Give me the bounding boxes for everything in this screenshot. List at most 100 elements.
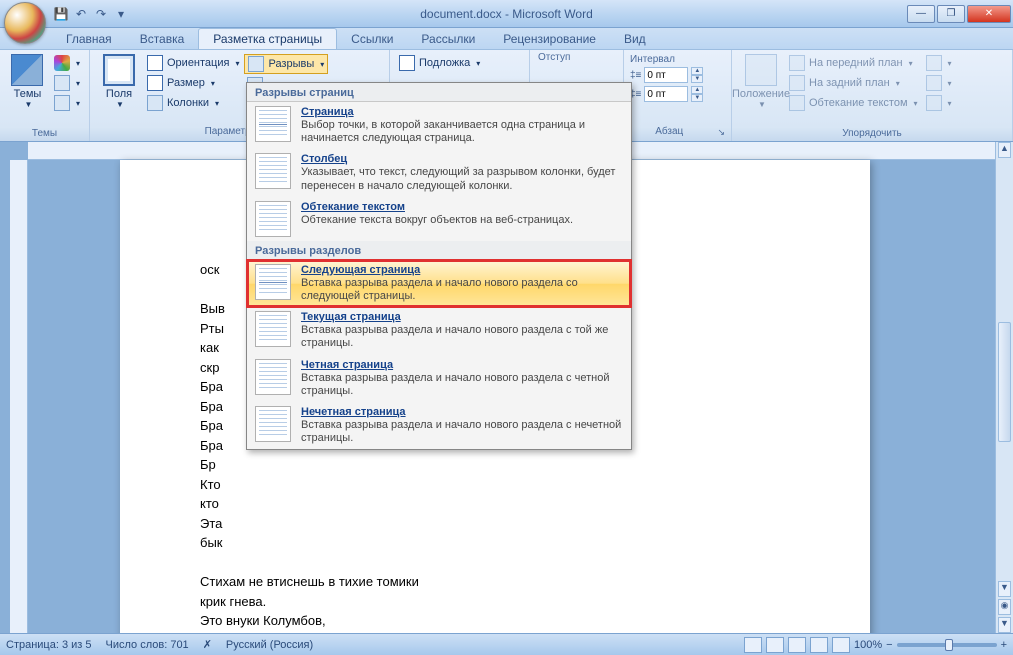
view-draft-button[interactable] bbox=[832, 637, 850, 653]
fonts-icon bbox=[54, 75, 70, 91]
column-break-icon bbox=[255, 153, 291, 189]
vertical-scrollbar[interactable]: ▲ ▼ ◉ ▼ bbox=[995, 142, 1013, 633]
odd-page-section-icon bbox=[255, 406, 291, 442]
menu-item-continuous-section[interactable]: Текущая страницаВставка разрыва раздела … bbox=[247, 307, 631, 354]
menu-item-page-break[interactable]: СтраницаВыбор точки, в которой заканчива… bbox=[247, 102, 631, 149]
menu-item-column-break[interactable]: СтолбецУказывает, что текст, следующий з… bbox=[247, 149, 631, 196]
scroll-down-icon[interactable]: ▼ bbox=[998, 581, 1011, 597]
watermark-button[interactable]: Подложка▾ bbox=[396, 54, 523, 72]
orientation-button[interactable]: Ориентация▾ bbox=[144, 54, 242, 72]
tab-mailings[interactable]: Рассылки bbox=[407, 29, 489, 49]
minimize-button[interactable]: — bbox=[907, 5, 935, 23]
status-word-count[interactable]: Число слов: 701 bbox=[106, 639, 189, 651]
ribbon-tabs: Главная Вставка Разметка страницы Ссылки… bbox=[0, 28, 1013, 50]
columns-icon bbox=[147, 95, 163, 111]
close-button[interactable]: ✕ bbox=[967, 5, 1011, 23]
spin-up-icon[interactable]: ▲ bbox=[691, 67, 703, 75]
window-controls: — ❐ ✕ bbox=[907, 5, 1013, 23]
send-back-icon bbox=[789, 75, 805, 91]
tab-review[interactable]: Рецензирование bbox=[489, 29, 610, 49]
menu-item-odd-page-section[interactable]: Нечетная страницаВставка разрыва раздела… bbox=[247, 402, 631, 449]
view-full-screen-button[interactable] bbox=[766, 637, 784, 653]
tab-view[interactable]: Вид bbox=[610, 29, 660, 49]
breaks-icon bbox=[248, 56, 264, 72]
group-label-arrange: Упорядочить bbox=[732, 128, 1012, 139]
spacing-before-input[interactable]: ‡≡ ▲▼ bbox=[630, 67, 725, 83]
zoom-out-button[interactable]: − bbox=[886, 639, 892, 651]
group-arrange: Положение▼ На передний план▾ На задний п… bbox=[732, 50, 1013, 141]
group-label-themes: Темы bbox=[0, 128, 89, 139]
themes-icon bbox=[11, 54, 43, 86]
margins-icon bbox=[103, 54, 135, 86]
quick-access-toolbar: 💾 ↶ ↷ ▾ bbox=[52, 5, 130, 23]
watermark-icon bbox=[399, 55, 415, 71]
bring-front-button[interactable]: На передний план▾ bbox=[786, 54, 921, 72]
themes-button[interactable]: Темы ▼ bbox=[6, 52, 49, 111]
scroll-up-icon[interactable]: ▲ bbox=[998, 142, 1011, 158]
zoom-slider-handle[interactable] bbox=[945, 639, 953, 651]
tab-insert[interactable]: Вставка bbox=[126, 29, 199, 49]
qat-customize-icon[interactable]: ▾ bbox=[112, 5, 130, 23]
rotate-button[interactable]: ▾ bbox=[923, 94, 955, 112]
group-label-paragraph: Абзац↘ bbox=[624, 126, 731, 139]
view-print-layout-button[interactable] bbox=[744, 637, 762, 653]
status-bar: Страница: 3 из 5 Число слов: 701 ✗ Русск… bbox=[0, 633, 1013, 655]
even-page-section-icon bbox=[255, 359, 291, 395]
menu-item-next-page-section[interactable]: Следующая страницаВставка разрыва раздел… bbox=[247, 260, 631, 307]
view-outline-button[interactable] bbox=[810, 637, 828, 653]
tab-home[interactable]: Главная bbox=[52, 29, 126, 49]
colors-icon bbox=[54, 55, 70, 71]
redo-icon[interactable]: ↷ bbox=[92, 5, 110, 23]
menu-item-even-page-section[interactable]: Четная страницаВставка разрыва раздела и… bbox=[247, 355, 631, 402]
columns-button[interactable]: Колонки▾ bbox=[144, 94, 242, 112]
group-button[interactable]: ▾ bbox=[923, 74, 955, 92]
theme-colors-button[interactable]: ▾ bbox=[51, 54, 83, 72]
zoom-level[interactable]: 100% bbox=[854, 639, 882, 651]
group-icon bbox=[926, 75, 942, 91]
spin-down-icon[interactable]: ▼ bbox=[691, 75, 703, 83]
position-button[interactable]: Положение▼ bbox=[738, 52, 784, 111]
undo-icon[interactable]: ↶ bbox=[72, 5, 90, 23]
tab-references[interactable]: Ссылки bbox=[337, 29, 407, 49]
align-button[interactable]: ▾ bbox=[923, 54, 955, 72]
send-back-button[interactable]: На задний план▾ bbox=[786, 74, 921, 92]
breaks-dropdown: Разрывы страниц СтраницаВыбор точки, в к… bbox=[246, 82, 632, 450]
status-language[interactable]: Русский (Россия) bbox=[226, 639, 313, 651]
tab-page-layout[interactable]: Разметка страницы bbox=[198, 28, 337, 49]
save-icon[interactable]: 💾 bbox=[52, 5, 70, 23]
view-web-layout-button[interactable] bbox=[788, 637, 806, 653]
dropdown-section-section-breaks: Разрывы разделов bbox=[247, 241, 631, 260]
titlebar: 💾 ↶ ↷ ▾ document.docx - Microsoft Word —… bbox=[0, 0, 1013, 28]
margins-button[interactable]: Поля ▼ bbox=[96, 52, 142, 111]
zoom-in-button[interactable]: + bbox=[1001, 639, 1007, 651]
page-break-icon bbox=[255, 106, 291, 142]
menu-item-text-wrapping-break[interactable]: Обтекание текстомОбтекание текста вокруг… bbox=[247, 197, 631, 241]
text-wrap-button[interactable]: Обтекание текстом▾ bbox=[786, 94, 921, 112]
continuous-section-icon bbox=[255, 311, 291, 347]
spacing-after-input[interactable]: ‡≡ ▲▼ bbox=[630, 86, 725, 102]
size-button[interactable]: Размер▾ bbox=[144, 74, 242, 92]
zoom-slider[interactable] bbox=[897, 643, 997, 647]
status-proofing-icon[interactable]: ✗ bbox=[203, 638, 212, 651]
paragraph-launcher[interactable]: ↘ bbox=[714, 126, 728, 139]
bring-front-icon bbox=[789, 55, 805, 71]
vertical-ruler[interactable] bbox=[10, 160, 28, 633]
next-page-section-icon bbox=[255, 264, 291, 300]
scrollbar-thumb[interactable] bbox=[998, 322, 1011, 442]
rotate-icon bbox=[926, 95, 942, 111]
office-button[interactable] bbox=[4, 2, 46, 44]
status-page[interactable]: Страница: 3 из 5 bbox=[6, 639, 92, 651]
text-wrap-icon bbox=[789, 95, 805, 111]
chevron-down-icon: ▼ bbox=[25, 100, 33, 109]
orientation-icon bbox=[147, 55, 163, 71]
prev-page-icon[interactable]: ◉ bbox=[998, 599, 1011, 615]
theme-fonts-button[interactable]: ▾ bbox=[51, 74, 83, 92]
theme-effects-button[interactable]: ▾ bbox=[51, 94, 83, 112]
position-icon bbox=[745, 54, 777, 86]
dropdown-section-page-breaks: Разрывы страниц bbox=[247, 83, 631, 102]
breaks-button[interactable]: Разрывы▾ bbox=[244, 54, 328, 74]
align-icon bbox=[926, 55, 942, 71]
maximize-button[interactable]: ❐ bbox=[937, 5, 965, 23]
next-page-icon[interactable]: ▼ bbox=[998, 617, 1011, 633]
size-icon bbox=[147, 75, 163, 91]
